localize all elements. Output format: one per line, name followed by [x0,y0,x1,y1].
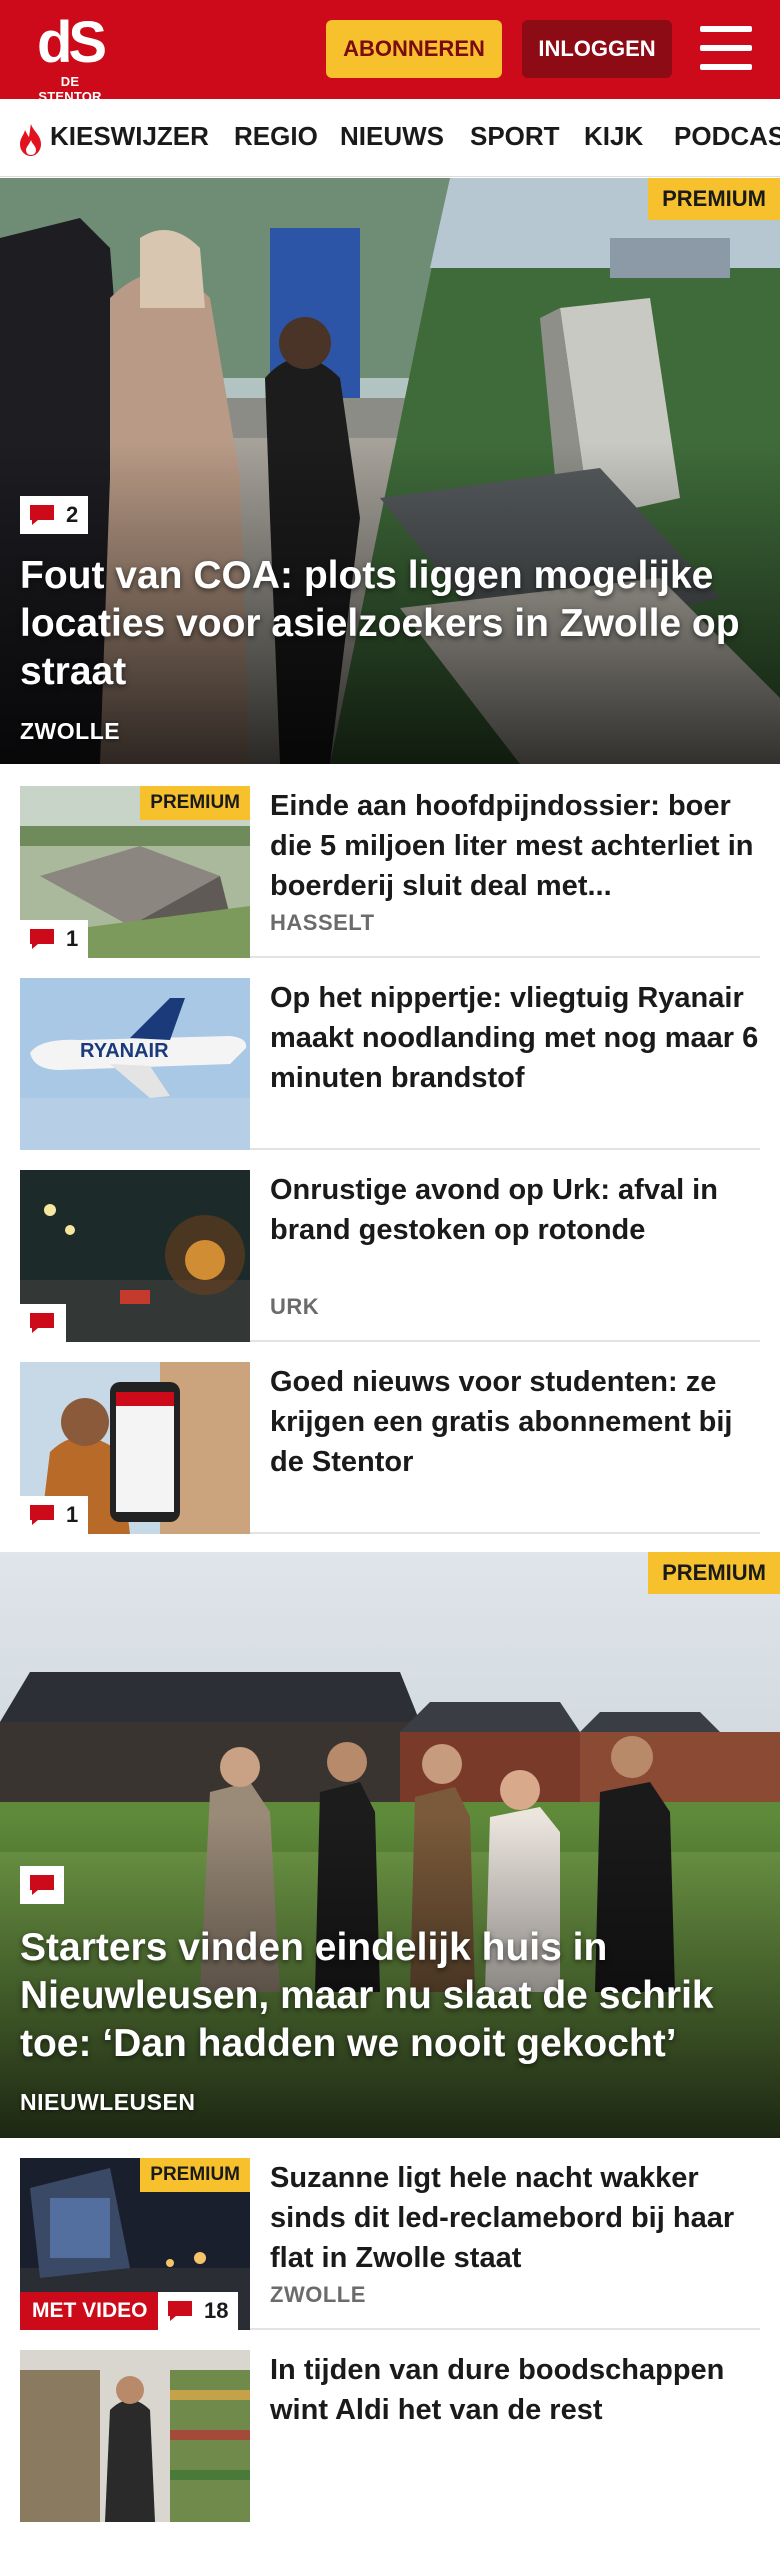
comment-bubble-icon [30,1505,54,1525]
comment-count[interactable]: 18 [158,2292,239,2330]
list-item[interactable]: 1 Goed nieuws voor studenten: ze krijgen… [0,1362,780,1534]
hero-article-nieuwleusen[interactable]: PREMIUM Starters vinden eindelijk huis i… [0,1552,780,2138]
article-headline[interactable]: In tijden van dure boodschappen wint Ald… [270,2350,770,2430]
premium-badge: PREMIUM [648,1552,780,1594]
divider [250,1340,760,1342]
comment-count[interactable] [20,1304,66,1342]
thumbnail-image [20,2350,250,2522]
comment-count[interactable]: 1 [20,1496,89,1534]
subscribe-button[interactable]: ABONNEREN [326,20,502,78]
section-nav: KIESWIJZER REGIO NIEUWS SPORT KIJK PODCA… [0,99,780,177]
article-thumbnail[interactable]: RYANAIR [20,978,250,1150]
hamburger-menu-icon[interactable] [700,26,752,72]
article-thumbnail[interactable]: PREMIUM MET VIDEO 18 [20,2158,250,2330]
thumbnail-image: RYANAIR [20,978,250,1150]
hero-headline[interactable]: Fout van COA: plots liggen mogelijke loc… [20,552,760,696]
comment-bubble-icon [30,929,54,949]
divider [250,1148,760,1150]
premium-badge: PREMIUM [648,178,780,220]
premium-badge: PREMIUM [140,2158,250,2192]
premium-badge: PREMIUM [140,786,250,820]
comment-count[interactable] [20,1866,64,1904]
nav-item-regio[interactable]: REGIO [234,121,318,152]
nav-item-kijk[interactable]: KIJK [584,121,643,152]
nav-item-sport[interactable]: SPORT [470,121,560,152]
comment-count-value: 1 [66,1502,79,1527]
article-headline[interactable]: Op het nippertje: vliegtuig Ryanair maak… [270,978,770,1098]
nav-item-nieuws[interactable]: NIEUWS [340,121,444,152]
comment-bubble-icon [168,2301,192,2321]
nav-item-podcast[interactable]: PODCAST [674,121,780,152]
video-label: MET VIDEO [20,2292,160,2330]
site-logo[interactable]: dS DE STENTOR [30,10,110,105]
article-thumbnail[interactable]: 1 [20,1362,250,1534]
list-item[interactable]: PREMIUM 1 Einde aan hoofdpijndossier: bo… [0,786,780,958]
article-thumbnail[interactable]: PREMIUM 1 [20,786,250,958]
airline-label: RYANAIR [80,1040,169,1062]
comment-bubble-icon [30,505,54,525]
article-location: HASSELT [270,910,375,935]
list-item[interactable]: PREMIUM MET VIDEO 18 Suzanne ligt hele n… [0,2158,780,2330]
article-location: NIEUWLEUSEN [20,2089,196,2115]
hero-article-coa[interactable]: PREMIUM 2 Fout van COA: plots liggen mog… [0,178,780,764]
divider [250,1532,760,1534]
list-item[interactable]: RYANAIR Op het nippertje: vliegtuig Ryan… [0,978,780,1150]
article-headline[interactable]: Goed nieuws voor studenten: ze krijgen e… [270,1362,770,1482]
comment-count-value: 18 [204,2298,229,2323]
list-item[interactable]: Onrustige avond op Urk: afval in brand g… [0,1170,780,1342]
article-headline[interactable]: Einde aan hoofdpijndossier: boer die 5 m… [270,786,770,906]
article-location: URK [270,1294,320,1319]
comment-bubble-icon [30,1875,54,1895]
login-button[interactable]: INLOGGEN [522,20,672,78]
divider [250,2328,760,2330]
nav-item-kieswijzer[interactable]: KIESWIJZER [50,121,209,152]
article-headline[interactable]: Onrustige avond op Urk: afval in brand g… [270,1170,770,1250]
article-location: ZWOLLE [270,2282,366,2307]
logo-mark: dS [36,10,107,75]
list-item[interactable]: In tijden van dure boodschappen wint Ald… [0,2350,780,2522]
article-location: ZWOLLE [20,718,121,744]
article-thumbnail[interactable] [20,2350,250,2522]
site-header: dS DE STENTOR ABONNEREN INLOGGEN [0,0,780,105]
comment-count-value: 1 [66,926,79,951]
comment-bubble-icon [30,1313,54,1333]
flame-icon [20,124,41,156]
comment-count[interactable]: 1 [20,920,89,958]
article-headline[interactable]: Suzanne ligt hele nacht wakker sinds dit… [270,2158,770,2278]
hero-headline[interactable]: Starters vinden eindelijk huis in Nieuwl… [20,1924,760,2068]
article-thumbnail[interactable] [20,1170,250,1342]
comment-count-value: 2 [66,502,79,527]
divider [250,956,760,958]
comment-count[interactable]: 2 [20,496,89,534]
